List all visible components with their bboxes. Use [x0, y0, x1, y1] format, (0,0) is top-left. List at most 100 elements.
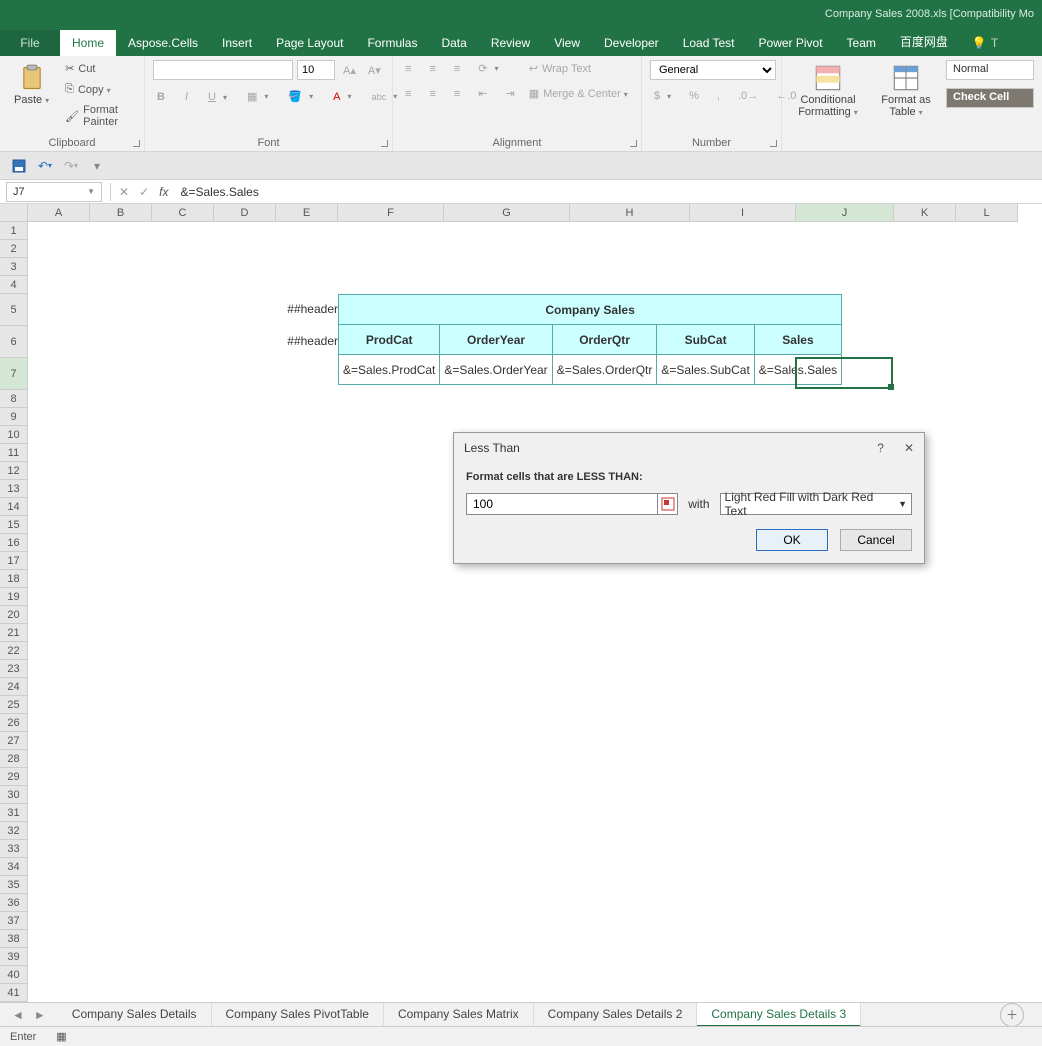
row-header-9[interactable]: 9: [0, 408, 28, 426]
ok-button[interactable]: OK: [756, 529, 828, 551]
cell-data-3[interactable]: &=Sales.SubCat: [657, 355, 754, 385]
tab-developer[interactable]: Developer: [592, 30, 671, 56]
shrink-font-button[interactable]: A▾: [364, 62, 385, 79]
enter-formula-button[interactable]: ✓: [139, 185, 149, 199]
font-name-input[interactable]: [153, 60, 293, 80]
row-header-38[interactable]: 38: [0, 930, 28, 948]
spreadsheet-grid[interactable]: ABCDEFGHIJKL 123456789101112131415161718…: [0, 204, 1042, 1010]
tab-insert[interactable]: Insert: [210, 30, 264, 56]
add-sheet-button[interactable]: ＋: [1000, 1003, 1024, 1027]
clipboard-launcher[interactable]: [130, 137, 142, 149]
cell-data-4[interactable]: &=Sales.Sales: [754, 355, 841, 385]
threshold-input[interactable]: [467, 497, 657, 511]
fx-icon[interactable]: fx: [159, 185, 168, 199]
row-header-16[interactable]: 16: [0, 534, 28, 552]
cell-data-1[interactable]: &=Sales.OrderYear: [440, 355, 552, 385]
cell-data-0[interactable]: &=Sales.ProdCat: [339, 355, 440, 385]
tab-baidu[interactable]: 百度网盘: [888, 27, 960, 56]
row-header-2[interactable]: 2: [0, 240, 28, 258]
row-header-35[interactable]: 35: [0, 876, 28, 894]
row-header-18[interactable]: 18: [0, 570, 28, 588]
cell-styles-gallery[interactable]: Normal Check Cell: [946, 60, 1034, 112]
col-header-G[interactable]: G: [444, 204, 570, 222]
row-header-3[interactable]: 3: [0, 258, 28, 276]
row-header-37[interactable]: 37: [0, 912, 28, 930]
format-select[interactable]: Light Red Fill with Dark Red Text▼: [720, 493, 912, 515]
formula-input[interactable]: &=Sales.Sales: [176, 185, 1036, 199]
row-header-4[interactable]: 4: [0, 276, 28, 294]
row-header-31[interactable]: 31: [0, 804, 28, 822]
name-box[interactable]: J7▼: [6, 182, 102, 202]
col-header-H[interactable]: H: [570, 204, 690, 222]
row-header-17[interactable]: 17: [0, 552, 28, 570]
row-header-6[interactable]: 6: [0, 326, 28, 358]
align-bottom-button[interactable]: ≡: [450, 61, 464, 77]
sheet-nav-next[interactable]: ►: [34, 1008, 46, 1022]
row-header-32[interactable]: 32: [0, 822, 28, 840]
font-launcher[interactable]: [378, 137, 390, 149]
row-header-7[interactable]: 7: [0, 358, 28, 390]
row-header-8[interactable]: 8: [0, 390, 28, 408]
cancel-button[interactable]: Cancel: [840, 529, 912, 551]
qat-customize[interactable]: ▾: [88, 157, 106, 175]
cell-E6[interactable]: ##header: [276, 334, 338, 348]
tab-review[interactable]: Review: [479, 30, 542, 56]
tab-powerpivot[interactable]: Power Pivot: [747, 30, 835, 56]
paste-button[interactable]: Paste: [8, 60, 55, 110]
row-header-33[interactable]: 33: [0, 840, 28, 858]
row-header-12[interactable]: 12: [0, 462, 28, 480]
tab-pagelayout[interactable]: Page Layout: [264, 30, 355, 56]
style-check-cell[interactable]: Check Cell: [946, 88, 1034, 108]
sheet-tab-3[interactable]: Company Sales Details 2: [534, 1003, 698, 1027]
border-button[interactable]: ▦: [243, 88, 272, 105]
macro-record-icon[interactable]: ▦: [56, 1030, 66, 1043]
row-header-36[interactable]: 36: [0, 894, 28, 912]
col-header-C[interactable]: C: [152, 204, 214, 222]
decrease-indent-button[interactable]: ⇤: [474, 85, 491, 102]
align-center-button[interactable]: ≡: [425, 86, 439, 102]
italic-button[interactable]: I: [181, 89, 192, 105]
tab-formulas[interactable]: Formulas: [355, 30, 429, 56]
row-header-13[interactable]: 13: [0, 480, 28, 498]
tab-view[interactable]: View: [542, 30, 592, 56]
row-header-27[interactable]: 27: [0, 732, 28, 750]
number-format-select[interactable]: General: [650, 60, 776, 80]
increase-decimal-button[interactable]: .0→: [734, 88, 762, 104]
row-header-5[interactable]: 5: [0, 294, 28, 326]
row-header-30[interactable]: 30: [0, 786, 28, 804]
row-header-11[interactable]: 11: [0, 444, 28, 462]
col-header-F[interactable]: F: [338, 204, 444, 222]
row-header-24[interactable]: 24: [0, 678, 28, 696]
dialog-help-button[interactable]: ?: [877, 441, 884, 455]
row-header-40[interactable]: 40: [0, 966, 28, 984]
dialog-titlebar[interactable]: Less Than ?✕: [454, 433, 924, 463]
grow-font-button[interactable]: A▴: [339, 62, 360, 79]
format-painter-button[interactable]: 🖌Format Painter: [61, 102, 136, 130]
row-header-28[interactable]: 28: [0, 750, 28, 768]
format-as-table-button[interactable]: Format as Table: [872, 60, 940, 122]
sheet-nav-prev[interactable]: ◄: [12, 1008, 24, 1022]
comma-button[interactable]: ,: [713, 88, 724, 104]
col-hdr-orderqtr[interactable]: OrderQtr: [552, 325, 657, 355]
row-header-22[interactable]: 22: [0, 642, 28, 660]
range-picker-button[interactable]: [657, 494, 677, 514]
cell-data-2[interactable]: &=Sales.OrderQtr: [552, 355, 657, 385]
row-header-15[interactable]: 15: [0, 516, 28, 534]
sheet-tab-1[interactable]: Company Sales PivotTable: [212, 1003, 384, 1027]
cell-company-sales-header[interactable]: Company Sales: [339, 295, 842, 325]
accounting-button[interactable]: $: [650, 88, 675, 104]
col-header-J[interactable]: J: [796, 204, 894, 222]
row-header-14[interactable]: 14: [0, 498, 28, 516]
row-header-10[interactable]: 10: [0, 426, 28, 444]
col-header-D[interactable]: D: [214, 204, 276, 222]
row-header-26[interactable]: 26: [0, 714, 28, 732]
fill-color-button[interactable]: 🪣: [284, 88, 317, 105]
col-header-I[interactable]: I: [690, 204, 796, 222]
number-launcher[interactable]: [767, 137, 779, 149]
tab-file[interactable]: File: [0, 30, 60, 56]
align-middle-button[interactable]: ≡: [425, 61, 439, 77]
tab-loadtest[interactable]: Load Test: [671, 30, 747, 56]
underline-button[interactable]: U: [204, 89, 231, 105]
col-hdr-prodcat[interactable]: ProdCat: [339, 325, 440, 355]
row-header-34[interactable]: 34: [0, 858, 28, 876]
